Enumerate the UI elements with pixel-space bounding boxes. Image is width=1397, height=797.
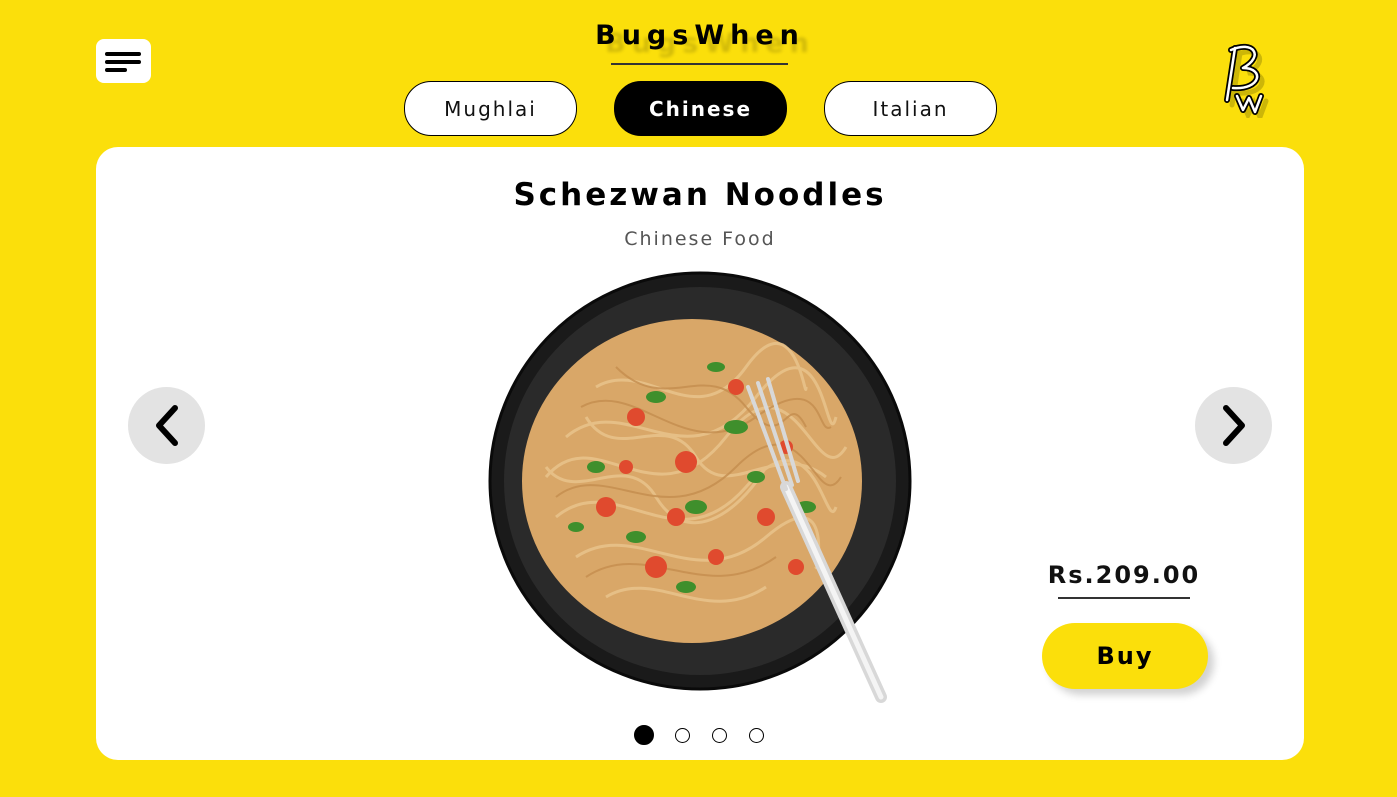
noodles-bowl-image	[488, 271, 912, 703]
carousel-dot-1[interactable]	[634, 725, 654, 745]
bw-logo-icon	[1224, 43, 1269, 118]
tab-chinese[interactable]: Chinese	[614, 81, 787, 136]
hamburger-menu-icon	[105, 52, 141, 56]
buy-button[interactable]: Buy	[1042, 623, 1208, 689]
carousel-prev-button[interactable]	[128, 387, 205, 464]
price-underline	[1058, 597, 1190, 599]
carousel-dot-3[interactable]	[712, 728, 727, 743]
chevron-right-icon	[1223, 405, 1245, 446]
menu-button[interactable]	[96, 39, 151, 83]
dish-subtitle: Chinese Food	[624, 228, 776, 250]
dish-price: Rs.209.00	[1047, 561, 1201, 589]
carousel-dot-2[interactable]	[675, 728, 690, 743]
dish-card: Schezwan Noodles Chinese Food Rs.209.00 …	[96, 147, 1304, 760]
chevron-left-icon	[156, 405, 178, 446]
carousel-next-button[interactable]	[1195, 387, 1272, 464]
tab-italian[interactable]: Italian	[824, 81, 997, 136]
brand-name: BugsWhen	[595, 20, 805, 51]
brand-underline	[611, 63, 788, 65]
carousel-dot-4[interactable]	[749, 728, 764, 743]
dish-title: Schezwan Noodles	[513, 177, 887, 213]
tab-mughlai[interactable]: Mughlai	[404, 81, 577, 136]
